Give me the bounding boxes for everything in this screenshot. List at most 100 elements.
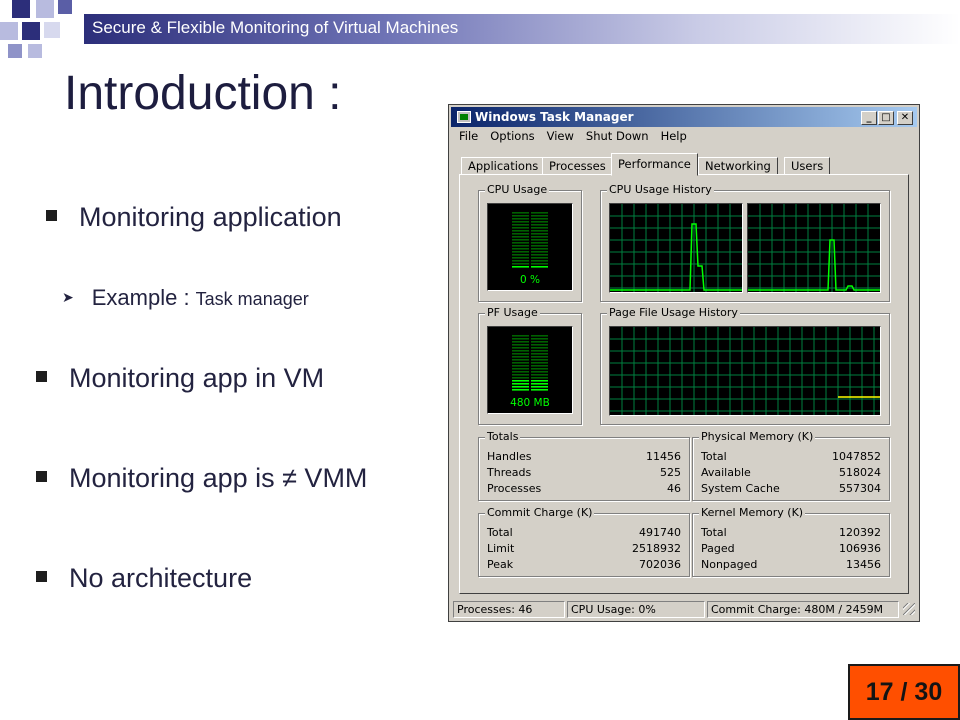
sub-bullet-detail: Task manager (195, 289, 309, 309)
physical-memory-row: System Cache 557304 (701, 482, 881, 497)
meter-segment (512, 266, 529, 268)
commit-charge-group: Commit Charge (K) Total 491740 Limit 25189… (478, 506, 690, 577)
totals-group: Totals Handles 11456 Threads 525 Processes… (478, 430, 690, 501)
meter-segment (512, 215, 529, 217)
stat-value: 1047852 (832, 450, 881, 463)
bullet-square-icon (36, 371, 47, 383)
status-bar: Processes: 46 CPU Usage: 0% Commit Charg… (451, 599, 917, 619)
menu-shut-down[interactable]: Shut Down (586, 129, 649, 147)
meter-segment (531, 365, 548, 367)
cpu-usage-label: CPU Usage (485, 183, 550, 196)
bullet-item: Monitoring app is ≠ VMM (36, 463, 367, 494)
decor-square (8, 44, 22, 58)
stat-key: Nonpaged (701, 558, 758, 571)
menu-file[interactable]: File (459, 129, 478, 147)
totals-row: Processes 46 (487, 482, 681, 497)
meter-segment (512, 212, 529, 214)
status-commit: Commit Charge: 480M / 2459M (707, 601, 899, 618)
meter-segment (531, 347, 548, 349)
meter-segment (531, 362, 548, 364)
meter-segment (512, 365, 529, 367)
meter-segment (512, 368, 529, 370)
decor-square (28, 44, 42, 58)
meter-segment (512, 335, 529, 337)
meter-segment (512, 377, 529, 379)
menu-bar: File Options View Shut Down Help (453, 129, 687, 147)
stat-value: 106936 (839, 542, 881, 555)
stat-key: Available (701, 466, 751, 479)
maximize-button[interactable]: □ (878, 111, 894, 125)
menu-options[interactable]: Options (490, 129, 534, 147)
bullet-text: No architecture (69, 563, 253, 593)
meter-segment (512, 218, 529, 220)
meter-segment (512, 242, 529, 244)
bullet-text: Monitoring app is ≠ VMM (69, 463, 368, 493)
bullet-item: Monitoring application (46, 202, 342, 233)
meter-segment (512, 245, 529, 247)
meter-segment (512, 362, 529, 364)
commit-charge-row: Total 491740 (487, 526, 681, 541)
tab-networking[interactable]: Networking (698, 157, 778, 175)
close-button[interactable]: ✕ (897, 111, 913, 125)
decor-square (22, 22, 40, 40)
decor-square (12, 0, 30, 18)
meter-segment (531, 383, 548, 385)
pf-history-graph (609, 326, 881, 416)
totals-row: Threads 525 (487, 466, 681, 481)
meter-segment (531, 227, 548, 229)
title-bar[interactable]: Windows Task Manager _ □ ✕ (451, 107, 917, 127)
meter-segment (531, 380, 548, 382)
meter-segment (531, 353, 548, 355)
pf-history-group: Page File Usage History (600, 306, 890, 425)
meter-segment (512, 221, 529, 223)
totals-label: Totals (485, 430, 521, 443)
meter-segment (512, 380, 529, 382)
meter-segment (512, 347, 529, 349)
meter-segment (531, 245, 548, 247)
physical-memory-row: Available 518024 (701, 466, 881, 481)
minimize-button[interactable]: _ (861, 111, 877, 125)
tab-users[interactable]: Users (784, 157, 831, 175)
totals-row: Handles 11456 (487, 450, 681, 465)
meter-segment (531, 239, 548, 241)
pf-usage-value: 480 MB (510, 397, 550, 409)
meter-segment (531, 257, 548, 259)
stat-value: 11456 (646, 450, 681, 463)
cpu-history-label: CPU Usage History (607, 183, 714, 196)
stat-key: System Cache (701, 482, 780, 495)
bullet-item: Monitoring app in VM (36, 363, 324, 394)
stat-value: 525 (660, 466, 681, 479)
meter-segment (512, 233, 529, 235)
bullet-square-icon (36, 471, 47, 483)
tab-performance[interactable]: Performance (611, 153, 698, 176)
pf-usage-group: PF Usage 480 MB (478, 306, 582, 425)
tab-applications[interactable]: Applications (461, 157, 546, 175)
stat-value: 120392 (839, 526, 881, 539)
cpu-history-graph-2 (747, 203, 881, 293)
decor-square (44, 22, 60, 38)
resize-grip-icon[interactable] (903, 603, 915, 615)
menu-help[interactable]: Help (661, 129, 687, 147)
arrow-bullet-icon: ➤ (62, 289, 74, 305)
meter-segment (512, 374, 529, 376)
stat-value: 491740 (639, 526, 681, 539)
cpu-history-group: CPU Usage History (600, 183, 890, 302)
meter-segment (531, 212, 548, 214)
cpu-history-line (748, 239, 880, 291)
tab-processes[interactable]: Processes (542, 157, 613, 175)
bullet-item: No architecture (36, 563, 252, 594)
meter-segment (512, 356, 529, 358)
cpu-history-graph-1 (609, 203, 743, 293)
meter-segment (512, 257, 529, 259)
stat-key: Limit (487, 542, 515, 555)
stat-key: Paged (701, 542, 735, 555)
status-cpu: CPU Usage: 0% (567, 601, 705, 618)
cpu-usage-group: CPU Usage 0 % (478, 183, 582, 302)
meter-segment (512, 353, 529, 355)
meter-segment (512, 227, 529, 229)
meter-segment (531, 218, 548, 220)
menu-view[interactable]: View (547, 129, 574, 147)
meter-segment (531, 230, 548, 232)
performance-panel: CPU Usage 0 % CPU Usage History PF Usage… (459, 174, 909, 594)
stat-value: 518024 (839, 466, 881, 479)
